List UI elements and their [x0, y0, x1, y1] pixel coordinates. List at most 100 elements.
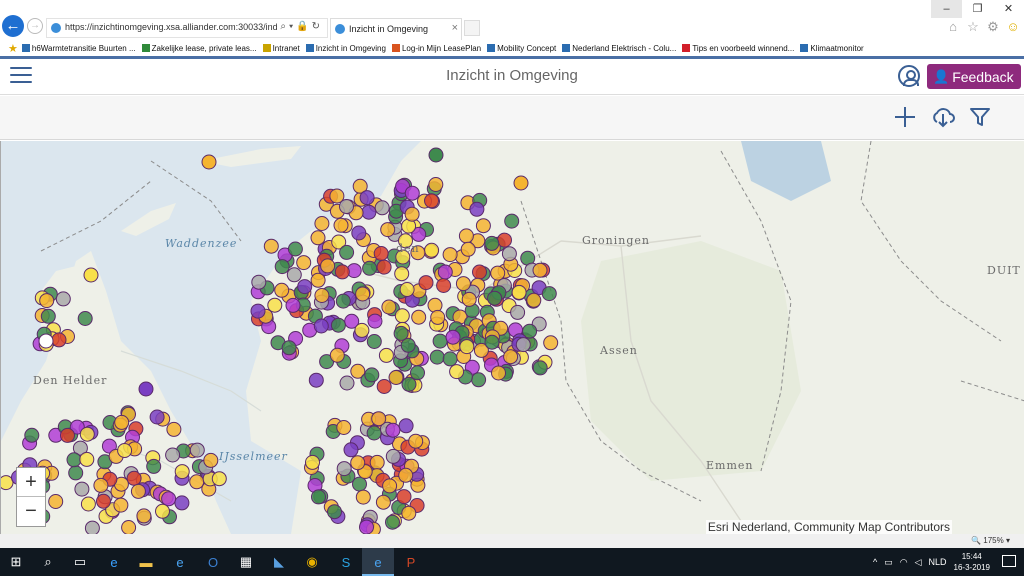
zoom-in-button[interactable]: +	[17, 468, 45, 497]
map-marker[interactable]	[366, 334, 382, 349]
map-marker[interactable]	[366, 425, 382, 441]
favorite-link[interactable]: Intranet	[262, 44, 300, 53]
map-marker[interactable]	[286, 267, 302, 283]
plus-icon[interactable]	[892, 104, 918, 130]
map-marker[interactable]	[526, 292, 542, 308]
map-marker[interactable]	[374, 200, 390, 216]
favorite-link[interactable]: Klimaatmonitor	[800, 44, 864, 53]
filter-icon[interactable]	[967, 104, 993, 130]
file-explorer-icon[interactable]: ▬	[136, 552, 156, 572]
map-marker[interactable]	[361, 204, 377, 220]
map-marker[interactable]	[381, 299, 397, 315]
internet-explorer-icon[interactable]: e	[170, 552, 190, 572]
outlook-icon[interactable]: O	[203, 552, 223, 572]
cloud-download-icon[interactable]	[930, 104, 956, 130]
map-marker[interactable]	[329, 347, 345, 363]
minimize-button[interactable]: –	[931, 0, 962, 18]
map-marker[interactable]	[308, 372, 324, 388]
map-marker[interactable]	[382, 478, 398, 494]
map-marker[interactable]	[174, 495, 190, 511]
task-view-icon[interactable]: ▭	[70, 552, 90, 572]
map-marker[interactable]	[511, 284, 527, 300]
map-marker[interactable]	[428, 177, 444, 192]
map-marker[interactable]	[39, 293, 55, 309]
map-marker[interactable]	[343, 442, 359, 458]
map-marker[interactable]	[93, 477, 109, 493]
map-marker[interactable]	[460, 241, 476, 257]
map-marker[interactable]	[297, 279, 313, 295]
map-marker[interactable]	[314, 216, 330, 231]
map-marker[interactable]	[424, 193, 439, 209]
map-marker[interactable]	[371, 411, 387, 427]
map-marker[interactable]	[130, 483, 146, 499]
map-marker[interactable]	[138, 381, 154, 397]
powerpoint-icon[interactable]: P	[401, 552, 421, 572]
map-marker[interactable]	[399, 282, 415, 297]
map-marker[interactable]	[211, 471, 227, 487]
chrome-icon[interactable]: ◉	[302, 552, 322, 572]
feedback-smiley-icon[interactable]: ☺	[1006, 20, 1020, 34]
map-marker[interactable]	[296, 255, 312, 271]
favorite-link[interactable]: Zakelijke lease, private leas...	[141, 44, 257, 53]
zoom-out-button[interactable]: −	[17, 497, 45, 526]
map-marker[interactable]	[471, 372, 487, 388]
restore-button[interactable]: ❐	[962, 0, 993, 18]
map-marker[interactable]	[333, 217, 349, 233]
map-marker[interactable]	[114, 414, 130, 430]
map-marker[interactable]	[117, 443, 133, 458]
map-marker[interactable]	[51, 332, 67, 348]
map-marker[interactable]	[327, 504, 342, 520]
map-marker[interactable]	[267, 297, 283, 313]
map-marker[interactable]	[281, 340, 297, 356]
map-marker[interactable]	[146, 458, 162, 474]
map-marker[interactable]	[385, 422, 401, 438]
tray-chevron-icon[interactable]: ^	[873, 557, 877, 567]
map-marker[interactable]	[313, 318, 329, 334]
address-bar[interactable]: https://inzichtinomgeving.xsa.alliander.…	[46, 18, 328, 38]
map-marker[interactable]	[469, 201, 485, 217]
map-marker[interactable]	[38, 333, 54, 349]
new-tab-button[interactable]	[464, 20, 480, 36]
map-marker[interactable]	[68, 465, 84, 481]
clock[interactable]: 15:44 16-3-2019	[954, 551, 990, 573]
map-marker[interactable]	[74, 481, 90, 497]
map-marker[interactable]	[251, 274, 267, 290]
map-marker[interactable]	[376, 259, 392, 275]
map-marker[interactable]	[24, 427, 40, 443]
internet-explorer-active-icon[interactable]: e	[368, 552, 388, 572]
map-marker[interactable]	[410, 365, 425, 381]
map-marker[interactable]	[442, 351, 458, 367]
map-marker[interactable]	[401, 376, 417, 392]
map-marker[interactable]	[503, 349, 519, 365]
map-marker[interactable]	[404, 206, 420, 222]
address-controls-icon[interactable]: ⌕▾🔒↻	[280, 21, 323, 32]
map-marker[interactable]	[515, 337, 531, 353]
map-marker[interactable]	[491, 365, 506, 381]
favorite-link[interactable]: h6Warmtetransitie Buurten ...	[21, 44, 136, 53]
favorite-link[interactable]: Log-in Mijn LeasePlan	[391, 44, 481, 53]
wifi-icon[interactable]: ◠	[900, 557, 908, 568]
map-marker[interactable]	[310, 230, 326, 246]
map-marker[interactable]	[458, 228, 474, 244]
map-marker[interactable]	[376, 379, 392, 394]
tab-close-icon[interactable]: ×	[452, 22, 458, 34]
notification-center-icon[interactable]	[1002, 555, 1016, 567]
map-marker[interactable]	[490, 265, 506, 281]
map-marker[interactable]	[436, 278, 452, 293]
map-marker[interactable]	[40, 308, 56, 324]
map-marker[interactable]	[449, 364, 465, 380]
map-marker[interactable]	[461, 291, 477, 307]
map-marker[interactable]	[330, 317, 346, 333]
map-marker[interactable]	[388, 370, 404, 385]
map-marker[interactable]	[445, 329, 461, 345]
skype-icon[interactable]: S	[336, 552, 356, 572]
map-marker[interactable]	[60, 427, 75, 443]
map-marker[interactable]	[394, 308, 410, 324]
map-marker[interactable]	[393, 325, 409, 341]
map-marker[interactable]	[201, 154, 217, 170]
map-marker[interactable]	[79, 451, 95, 467]
map-marker[interactable]	[113, 497, 129, 513]
map-marker[interactable]	[404, 185, 420, 201]
forward-arrow-icon[interactable]: →	[27, 18, 43, 34]
address-url[interactable]: https://inzichtinomgeving.xsa.alliander.…	[65, 22, 277, 32]
